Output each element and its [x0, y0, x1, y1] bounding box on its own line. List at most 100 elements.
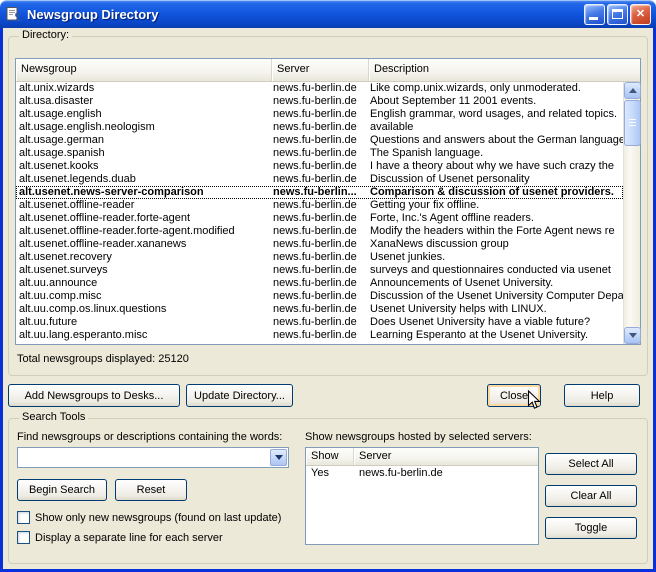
- show-new-only-checkbox-row[interactable]: Show only new newsgroups (found on last …: [17, 511, 281, 524]
- scroll-up-button[interactable]: [624, 82, 641, 99]
- search-words-combobox[interactable]: [17, 447, 289, 468]
- cell-newsgroup: alt.usenet.offline-reader.xananews: [16, 238, 272, 251]
- table-row[interactable]: alt.usenet.surveysnews.fu-berlin.desurve…: [16, 264, 623, 277]
- table-header: Newsgroup Server Description: [16, 59, 640, 82]
- help-button[interactable]: Help: [564, 384, 640, 407]
- cell-server: news.fu-berlin.de: [272, 134, 369, 147]
- cell-server: news.fu-berlin.de: [272, 277, 369, 290]
- select-all-button[interactable]: Select All: [545, 453, 637, 475]
- server-list: Show Server Yes news.fu-berlin.de: [305, 447, 539, 545]
- checkbox-icon[interactable]: [17, 531, 30, 544]
- maximize-icon: [612, 9, 623, 19]
- table-row[interactable]: alt.unix.wizardsnews.fu-berlin.deLike co…: [16, 82, 623, 95]
- server-name-cell: news.fu-berlin.de: [354, 466, 538, 481]
- cell-server: news.fu-berlin.de: [272, 316, 369, 329]
- cell-description: Getting your fix offline.: [369, 199, 623, 212]
- table-row[interactable]: alt.usenet.kooksnews.fu-berlin.deI have …: [16, 160, 623, 173]
- app-icon: [5, 5, 23, 23]
- cell-newsgroup: alt.uu.comp.misc: [16, 290, 272, 303]
- table-row[interactable]: alt.usenet.offline-reader.forte-agentnew…: [16, 212, 623, 225]
- cell-newsgroup: alt.usenet.offline-reader.forte-agent.mo…: [16, 225, 272, 238]
- directory-rows: alt.unix.wizardsnews.fu-berlin.deLike co…: [16, 82, 623, 344]
- newsgroup-directory-window: Newsgroup Directory ✕ Directory: Newsgro…: [0, 0, 656, 572]
- cell-newsgroup: alt.uu.lang.esperanto.misc: [16, 329, 272, 342]
- search-tools-group-label: Search Tools: [19, 411, 88, 423]
- table-row[interactable]: alt.usage.spanishnews.fu-berlin.deThe Sp…: [16, 147, 623, 160]
- server-row[interactable]: Yes news.fu-berlin.de: [306, 466, 538, 481]
- cell-description: English grammar, word usages, and relate…: [369, 108, 623, 121]
- minimize-icon: [589, 17, 598, 20]
- minimize-button[interactable]: [584, 4, 605, 25]
- separate-line-checkbox-row[interactable]: Display a separate line for each server: [17, 531, 223, 544]
- cell-server: news.fu-berlin.de: [272, 212, 369, 225]
- newsgroup-table: Newsgroup Server Description alt.unix.wi…: [15, 58, 641, 345]
- begin-search-button[interactable]: Begin Search: [17, 479, 107, 501]
- table-row[interactable]: alt.usage.germannews.fu-berlin.deQuestio…: [16, 134, 623, 147]
- cell-description: Discussion of the Usenet University Comp…: [369, 290, 623, 303]
- cell-server: news.fu-berlin.de: [272, 147, 369, 160]
- reset-button[interactable]: Reset: [115, 479, 187, 501]
- cell-newsgroup: alt.usenet.surveys: [16, 264, 272, 277]
- cell-server: news.fu-berlin.de: [272, 290, 369, 303]
- cell-newsgroup: alt.usage.english.neologism: [16, 121, 272, 134]
- add-newsgroups-button[interactable]: Add Newsgroups to Desks...: [8, 384, 180, 407]
- separate-line-label: Display a separate line for each server: [35, 532, 223, 544]
- table-row[interactable]: alt.uu.lang.esperanto.miscnews.fu-berlin…: [16, 329, 623, 342]
- cell-description: Modify the headers within the Forte Agen…: [369, 225, 623, 238]
- table-row[interactable]: alt.usage.englishnews.fu-berlin.deEnglis…: [16, 108, 623, 121]
- combobox-dropdown-button[interactable]: [270, 449, 287, 466]
- title-bar[interactable]: Newsgroup Directory ✕: [0, 0, 656, 28]
- table-row[interactable]: alt.uu.futurenews.fu-berlin.deDoes Usene…: [16, 316, 623, 329]
- cell-newsgroup: alt.uu.announce: [16, 277, 272, 290]
- column-header-description[interactable]: Description: [369, 59, 640, 81]
- cell-newsgroup: alt.usa.disaster: [16, 95, 272, 108]
- table-row[interactable]: alt.usenet.offline-reader.forte-agent.mo…: [16, 225, 623, 238]
- cell-server: news.fu-berlin.de: [272, 329, 369, 342]
- table-row[interactable]: alt.uu.comp.miscnews.fu-berlin.deDiscuss…: [16, 290, 623, 303]
- table-row[interactable]: alt.usenet.legends.duabnews.fu-berlin.de…: [16, 173, 623, 186]
- cell-description: About September 11 2001 events.: [369, 95, 623, 108]
- cell-server: news.fu-berlin.de: [272, 303, 369, 316]
- cell-description: Questions and answers about the German l…: [369, 134, 623, 147]
- scroll-down-button[interactable]: [624, 327, 641, 344]
- column-header-show[interactable]: Show: [306, 448, 354, 465]
- cell-description: Discussion of Usenet personality: [369, 173, 623, 186]
- table-row[interactable]: alt.usenet.offline-readernews.fu-berlin.…: [16, 199, 623, 212]
- cell-newsgroup: alt.unix.wizards: [16, 82, 272, 95]
- chevron-down-icon: [275, 455, 283, 460]
- table-row[interactable]: alt.usage.english.neologismnews.fu-berli…: [16, 121, 623, 134]
- search-tools-group: Search Tools Find newsgroups or descript…: [8, 418, 648, 564]
- scrollbar-thumb[interactable]: [624, 100, 641, 146]
- search-words-input[interactable]: [18, 448, 269, 467]
- server-show-cell: Yes: [306, 466, 354, 481]
- cell-description: Usenet junkies.: [369, 251, 623, 264]
- cell-server: news.fu-berlin...: [272, 186, 369, 199]
- cell-newsgroup: alt.usenet.offline-reader.forte-agent: [16, 212, 272, 225]
- maximize-button[interactable]: [607, 4, 628, 25]
- column-header-server[interactable]: Server: [272, 59, 369, 81]
- dialog-body: Directory: Newsgroup Server Description …: [0, 28, 656, 572]
- cell-description: Announcements of Usenet University.: [369, 277, 623, 290]
- table-row[interactable]: alt.uu.announcenews.fu-berlin.deAnnounce…: [16, 277, 623, 290]
- cell-description: Forte, Inc.'s Agent offline readers.: [369, 212, 623, 225]
- column-header-newsgroup[interactable]: Newsgroup: [16, 59, 272, 81]
- cell-newsgroup: alt.usage.german: [16, 134, 272, 147]
- cell-description: surveys and questionnaires conducted via…: [369, 264, 623, 277]
- toggle-button[interactable]: Toggle: [545, 517, 637, 539]
- update-directory-button[interactable]: Update Directory...: [186, 384, 293, 407]
- checkbox-icon[interactable]: [17, 511, 30, 524]
- clear-all-button[interactable]: Clear All: [545, 485, 637, 507]
- table-row[interactable]: alt.usenet.news-server-comparisonnews.fu…: [16, 186, 623, 199]
- arrow-down-icon: [629, 333, 637, 338]
- mouse-cursor-icon: [527, 390, 541, 411]
- vertical-scrollbar[interactable]: [623, 82, 640, 344]
- table-row[interactable]: alt.usenet.offline-reader.xananewsnews.f…: [16, 238, 623, 251]
- window-controls: ✕: [584, 4, 651, 25]
- table-row[interactable]: alt.usenet.recoverynews.fu-berlin.deUsen…: [16, 251, 623, 264]
- close-window-button[interactable]: ✕: [630, 4, 651, 25]
- table-row[interactable]: alt.usa.disasternews.fu-berlin.deAbout S…: [16, 95, 623, 108]
- table-row[interactable]: alt.uu.comp.os.linux.questionsnews.fu-be…: [16, 303, 623, 316]
- column-header-server-name[interactable]: Server: [354, 448, 538, 465]
- cell-server: news.fu-berlin.de: [272, 82, 369, 95]
- directory-group: Directory: Newsgroup Server Description …: [8, 36, 648, 376]
